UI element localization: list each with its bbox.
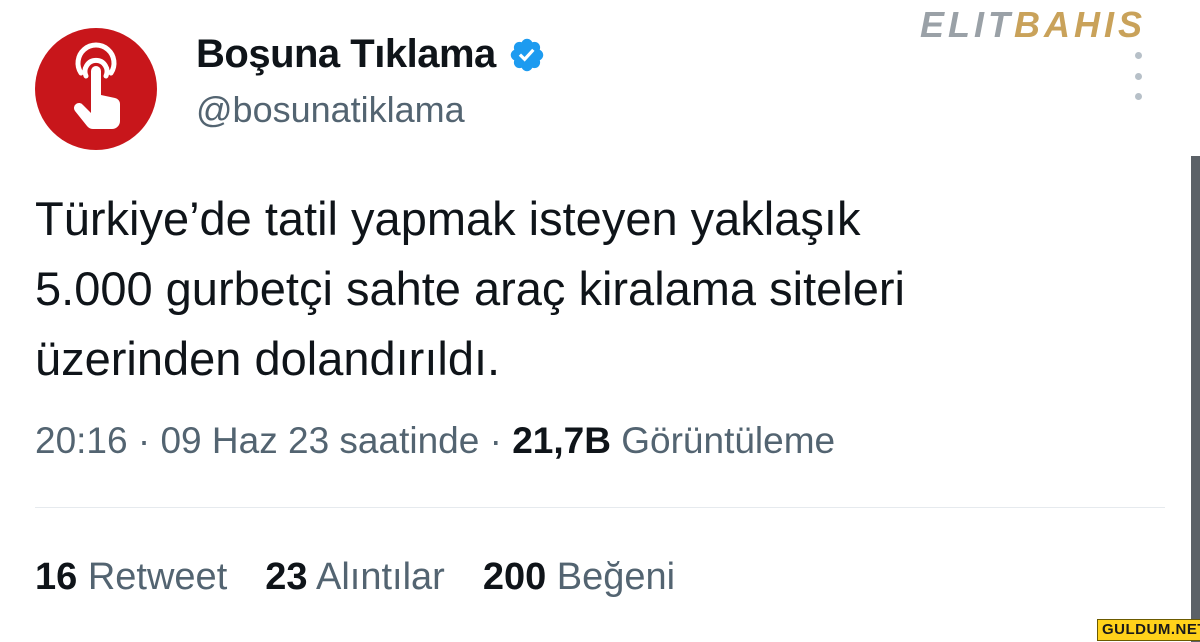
views-label[interactable]: Görüntüleme: [621, 420, 835, 461]
meta-separator: ·: [489, 420, 502, 461]
retweets-count: 16: [35, 556, 78, 598]
tweet-time[interactable]: 20:16: [35, 420, 128, 461]
engagement-stats: 16 Retweet 23 Alıntılar 200 Beğeni: [35, 556, 713, 599]
tweet-text: Türkiye’de tatil yapmak isteyen yaklaşık…: [35, 192, 905, 385]
author-handle[interactable]: @bosunatiklama: [196, 89, 546, 131]
likes-stat[interactable]: 200 Beğeni: [483, 556, 675, 599]
watermark-badge: GULDUM.NET: [1097, 619, 1200, 641]
tweet-date[interactable]: 09 Haz 23 saatinde: [160, 420, 479, 461]
more-options-icon[interactable]: [1124, 52, 1152, 100]
retweets-label: Retweet: [87, 556, 228, 598]
views-count[interactable]: 21,7B: [512, 420, 611, 461]
likes-label: Beğeni: [556, 556, 676, 598]
tweet-meta: 20:16 · 09 Haz 23 saatinde · 21,7B Görün…: [35, 420, 835, 462]
quotes-count: 23: [265, 556, 308, 598]
likes-count: 200: [482, 556, 547, 598]
avatar[interactable]: [35, 28, 157, 150]
divider: [35, 507, 1165, 508]
author-display-name[interactable]: Boşuna Tıklama: [196, 32, 496, 77]
retweets-stat[interactable]: 16 Retweet: [35, 556, 227, 599]
meta-separator: ·: [137, 420, 151, 461]
tweet-author: Boşuna Tıklama @bosunatiklama: [196, 32, 546, 131]
scrollbar[interactable]: [1191, 156, 1200, 642]
tap-hand-icon: [74, 42, 121, 129]
quotes-stat[interactable]: 23 Alıntılar: [265, 556, 445, 599]
quotes-label: Alıntılar: [316, 556, 445, 598]
watermark-logo: ELITBAHIS: [920, 4, 1147, 45]
verified-badge-icon: [510, 38, 543, 71]
